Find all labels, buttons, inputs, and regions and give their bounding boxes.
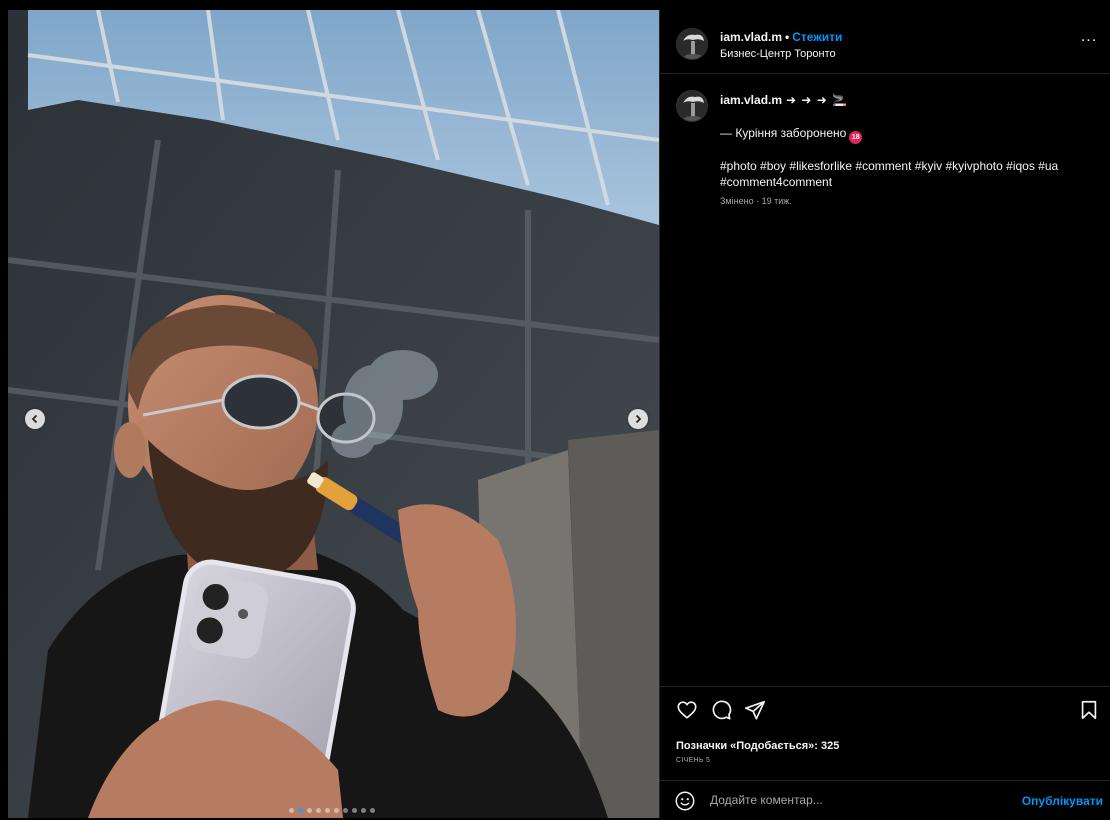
- avatar-image: [677, 29, 707, 59]
- carousel-dot: [289, 808, 294, 813]
- location-link[interactable]: Бизнес-Центр Торонто: [720, 48, 836, 60]
- caption-text: — Куріння заборонено 18: [720, 126, 863, 144]
- caption-line: — Куріння заборонено: [720, 126, 847, 140]
- follow-button[interactable]: Стежити: [792, 30, 842, 44]
- post-dialog: iam.vlad.m • Стежити Бизнес-Центр Торонто …: [0, 0, 1110, 820]
- username-link[interactable]: iam.vlad.m: [720, 30, 782, 44]
- chevron-right-icon: [635, 414, 642, 424]
- carousel-dot: [361, 808, 366, 813]
- avatar[interactable]: [676, 90, 708, 122]
- carousel-dot: [352, 808, 357, 813]
- post-header: iam.vlad.m • Стежити Бизнес-Центр Торонто …: [660, 10, 1110, 74]
- carousel-indicator: [289, 808, 375, 813]
- post-date: СІЧЕНЬ 5: [676, 757, 711, 764]
- post-photo[interactable]: [8, 10, 659, 818]
- post-sidebar: iam.vlad.m • Стежити Бизнес-Центр Торонто …: [659, 10, 1110, 818]
- post-comment-button[interactable]: Опублікувати: [1022, 794, 1103, 808]
- smiley-icon: [675, 791, 695, 811]
- emoji-picker-button[interactable]: [674, 790, 696, 812]
- heart-icon: [677, 701, 697, 719]
- carousel-dot: [334, 808, 339, 813]
- post-caption: iam.vlad.m ➜ ➜ ➜ 🚬 — Куріння заборонено 18…: [660, 74, 1110, 686]
- save-button[interactable]: [1078, 699, 1100, 721]
- caption-hashtags[interactable]: #photo #boy #likesforlike #comment #kyiv…: [720, 158, 1080, 190]
- edited-timestamp: Змінено · 19 тиж.: [720, 196, 792, 206]
- carousel-dot: [307, 808, 312, 813]
- paper-plane-icon: [745, 700, 765, 720]
- caption-header: iam.vlad.m ➜ ➜ ➜ 🚬: [720, 93, 848, 107]
- comment-icon: [712, 700, 732, 720]
- header-user-line: iam.vlad.m • Стежити: [720, 30, 842, 44]
- carousel-dot: [298, 808, 303, 813]
- carousel-next-button[interactable]: [628, 409, 648, 429]
- age-18-icon: 18: [849, 131, 863, 144]
- carousel-prev-button[interactable]: [25, 409, 45, 429]
- photo-scene: [8, 10, 659, 818]
- chevron-left-icon: [31, 414, 38, 424]
- caption-username-link[interactable]: iam.vlad.m: [720, 93, 782, 107]
- caption-emoji: ➜ ➜ ➜ 🚬: [786, 93, 849, 107]
- share-button[interactable]: [744, 699, 766, 721]
- avatar-image: [677, 91, 707, 121]
- carousel-dot: [370, 808, 375, 813]
- avatar[interactable]: [676, 28, 708, 60]
- bookmark-icon: [1081, 700, 1097, 720]
- comment-button[interactable]: [710, 699, 732, 721]
- more-icon[interactable]: ...: [1079, 29, 1099, 48]
- add-comment-bar: Опублікувати: [660, 780, 1110, 818]
- likes-count[interactable]: Позначки «Подобається»: 325: [676, 740, 839, 752]
- separator: •: [785, 30, 790, 44]
- carousel-dot: [316, 808, 321, 813]
- action-bar: Позначки «Подобається»: 325 СІЧЕНЬ 5: [660, 686, 1110, 780]
- carousel-dot: [325, 808, 330, 813]
- carousel-dot: [343, 808, 348, 813]
- like-button[interactable]: [676, 699, 698, 721]
- comment-input[interactable]: [710, 790, 1010, 810]
